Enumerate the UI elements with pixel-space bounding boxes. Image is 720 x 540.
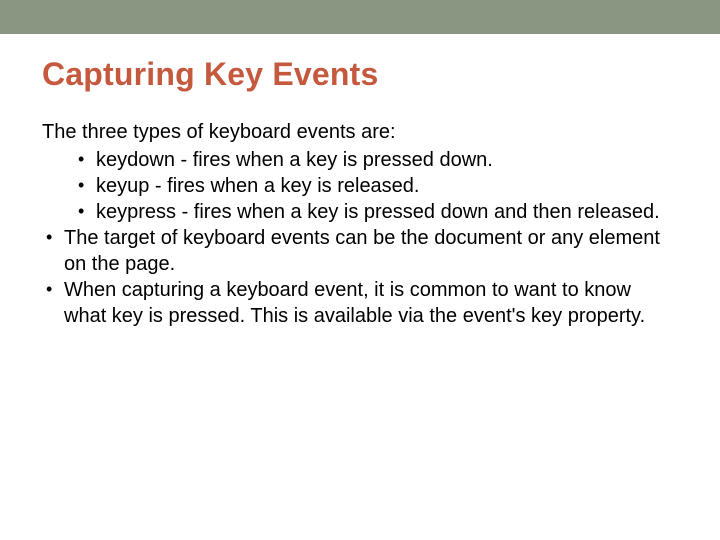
list-item-text: keyup - fires when a key is released. — [96, 175, 420, 197]
sub-bullet-list: keydown - fires when a key is pressed do… — [42, 147, 672, 225]
list-item: The target of keyboard events can be the… — [42, 225, 672, 277]
accent-top-bar — [0, 0, 720, 34]
body-text: The three types of keyboard events are: … — [42, 119, 672, 329]
slide-content: Capturing Key Events The three types of … — [0, 34, 720, 329]
list-item: keypress - fires when a key is pressed d… — [74, 199, 672, 225]
list-item: keyup - fires when a key is released. — [74, 173, 672, 199]
list-item: When capturing a keyboard event, it is c… — [42, 277, 672, 329]
list-item: keydown - fires when a key is pressed do… — [74, 147, 672, 173]
list-item-text: keypress - fires when a key is pressed d… — [96, 201, 660, 223]
list-item-text: keydown - fires when a key is pressed do… — [96, 149, 493, 171]
list-item-text: When capturing a keyboard event, it is c… — [64, 279, 645, 327]
list-item-text: The target of keyboard events can be the… — [64, 227, 660, 275]
lead-text: The three types of keyboard events are: — [42, 119, 672, 145]
main-bullet-list: The target of keyboard events can be the… — [42, 225, 672, 329]
slide-title: Capturing Key Events — [42, 56, 672, 93]
